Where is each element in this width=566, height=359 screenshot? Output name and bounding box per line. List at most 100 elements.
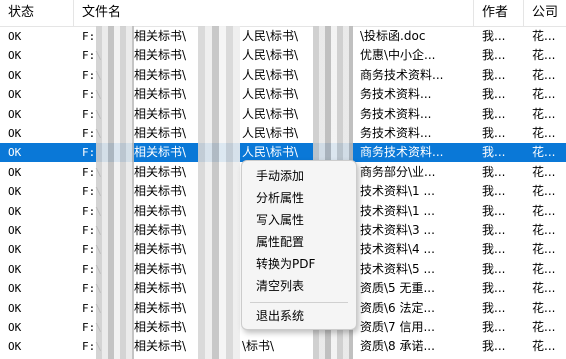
- menu-item-property-config[interactable]: 属性配置: [242, 231, 354, 253]
- cell-path-part: 相关标书\: [134, 107, 187, 121]
- cell-path-part: 人民\标书\: [242, 87, 299, 101]
- cell-path-part: 资质\8 承诺...: [360, 339, 435, 353]
- cell-drive: F:\: [82, 205, 102, 218]
- cell-drive: F:\: [82, 282, 102, 295]
- cell-author: 我...: [482, 29, 506, 43]
- cell-drive: F:\: [82, 321, 102, 334]
- cell-status: OK: [8, 69, 22, 82]
- cell-status: OK: [8, 205, 22, 218]
- menu-item-manual-add[interactable]: 手动添加: [242, 165, 354, 187]
- cell-path-part: 技术资料\3 ...: [360, 223, 435, 237]
- column-header-author[interactable]: 作者: [474, 0, 524, 26]
- cell-drive: F:\: [82, 185, 102, 198]
- cell-path-part: 技术资料\5 ...: [360, 262, 435, 276]
- cell-company: 花...: [532, 242, 556, 256]
- cell-drive: F:\: [82, 88, 102, 101]
- cell-company: 花...: [532, 204, 556, 218]
- cell-path-part: 资质\6 法定...: [360, 301, 435, 315]
- menu-item-convert-pdf[interactable]: 转换为PDF: [242, 253, 354, 275]
- table-row[interactable]: OK F: 相关标书\ 人民\标书\ \投标函.doc 我... 花...: [0, 27, 566, 46]
- column-header-company[interactable]: 公司: [524, 0, 566, 26]
- cell-path-part: 人民\标书\: [242, 107, 299, 121]
- cell-drive: F:\: [82, 166, 102, 179]
- cell-company: 花...: [532, 68, 556, 82]
- cell-path-part: 相关标书\: [134, 339, 187, 353]
- cell-path-part: 商务技术资料...: [360, 68, 444, 82]
- cell-author: 我...: [482, 223, 506, 237]
- cell-company: 花...: [532, 48, 556, 62]
- cell-company: 花...: [532, 126, 556, 140]
- cell-path-part: 相关标书\: [134, 87, 187, 101]
- cell-author: 我...: [482, 204, 506, 218]
- cell-status: OK: [8, 185, 22, 198]
- cell-author: 我...: [482, 301, 506, 315]
- cell-status: OK: [8, 282, 22, 295]
- cell-company: 花...: [532, 87, 556, 101]
- cell-path-part: 技术资料\1 ...: [360, 204, 435, 218]
- table-row[interactable]: OK F:\ 相关标书\ 人民\标书\ 务技术资料... 我... 花...: [0, 124, 566, 143]
- table-row[interactable]: OK F:\ 相关标书\ \标书\ 资质\8 承诺... 我... 花...: [0, 337, 566, 356]
- menu-item-clear-list[interactable]: 清空列表: [242, 275, 354, 297]
- cell-author: 我...: [482, 281, 506, 295]
- cell-author: 我...: [482, 87, 506, 101]
- cell-path-part: 相关标书\: [134, 29, 187, 43]
- cell-drive: F:\: [82, 263, 102, 276]
- cell-drive: F:: [82, 30, 96, 43]
- cell-status: OK: [8, 166, 22, 179]
- cell-path-part: 相关标书\: [134, 320, 187, 334]
- cell-author: 我...: [482, 184, 506, 198]
- cell-status: OK: [8, 302, 22, 315]
- menu-item-analyze-properties[interactable]: 分析属性: [242, 187, 354, 209]
- cell-status: OK: [8, 30, 22, 43]
- cell-company: 花...: [532, 339, 556, 353]
- cell-path-part: 相关标书\: [134, 184, 187, 198]
- menu-item-exit[interactable]: 退出系统: [242, 305, 354, 327]
- cell-drive: F:\: [82, 302, 102, 315]
- table-row[interactable]: OK F:\ 相关标书\ 人民\标书\ 务技术资料... 我... 花...: [0, 85, 566, 104]
- menu-item-write-properties[interactable]: 写入属性: [242, 209, 354, 231]
- column-header-status[interactable]: 状态: [0, 0, 74, 26]
- cell-status: OK: [8, 88, 22, 101]
- cell-company: 花...: [532, 29, 556, 43]
- cell-path-part: 人民\标书\: [242, 48, 299, 62]
- cell-path-part: 相关标书\: [134, 145, 187, 159]
- cell-drive: F:\: [82, 49, 102, 62]
- cell-drive: F:\: [82, 127, 102, 140]
- cell-path-part: 资质\7 信用...: [360, 320, 435, 334]
- cell-author: 我...: [482, 48, 506, 62]
- cell-path-part: 技术资料\4 ...: [360, 242, 435, 256]
- table-row[interactable]: OK F:\ 相关标书\ 人民\标书\ 务技术资料... 我... 花...: [0, 105, 566, 124]
- cell-status: OK: [8, 127, 22, 140]
- table-row[interactable]: OK F:\ 相关标书\ 人民\标书\ 优惠\中小企... 我... 花...: [0, 46, 566, 65]
- cell-path-part: 商务部分\业...: [360, 165, 436, 179]
- cell-status: OK: [8, 263, 22, 276]
- cell-path-part: 技术资料\1 ...: [360, 184, 435, 198]
- cell-path-part: 商务技术资料...: [360, 145, 444, 159]
- cell-author: 我...: [482, 145, 506, 159]
- cell-company: 花...: [532, 320, 556, 334]
- list-header: 状态 文件名 作者 公司: [0, 0, 566, 27]
- cell-path-part: 务技术资料...: [360, 107, 432, 121]
- table-row[interactable]: OK F:\ 相关标书\ 人民\标书\ 商务技术资料... 我... 花...: [0, 66, 566, 85]
- cell-path-part: 务技术资料...: [360, 126, 432, 140]
- cell-path-part: 相关标书\: [134, 68, 187, 82]
- cell-drive: F:\: [82, 108, 102, 121]
- cell-status: OK: [8, 243, 22, 256]
- cell-status: OK: [8, 340, 22, 353]
- cell-author: 我...: [482, 107, 506, 121]
- cell-company: 花...: [532, 301, 556, 315]
- cell-path-part: 相关标书\: [134, 262, 187, 276]
- cell-company: 花...: [532, 262, 556, 276]
- cell-path-part: 相关标书\: [134, 48, 187, 62]
- cell-author: 我...: [482, 339, 506, 353]
- cell-path-part: 务技术资料...: [360, 87, 432, 101]
- context-menu: 手动添加 分析属性 写入属性 属性配置 转换为PDF 清空列表 退出系统: [241, 160, 357, 330]
- cell-path-part: \投标函.doc: [360, 29, 426, 43]
- cell-path-part: \标书\: [242, 339, 275, 353]
- cell-company: 花...: [532, 184, 556, 198]
- cell-author: 我...: [482, 242, 506, 256]
- cell-drive: F:\: [82, 340, 102, 353]
- column-header-filename[interactable]: 文件名: [74, 0, 474, 26]
- cell-status: OK: [8, 108, 22, 121]
- cell-path-part: 相关标书\: [134, 242, 187, 256]
